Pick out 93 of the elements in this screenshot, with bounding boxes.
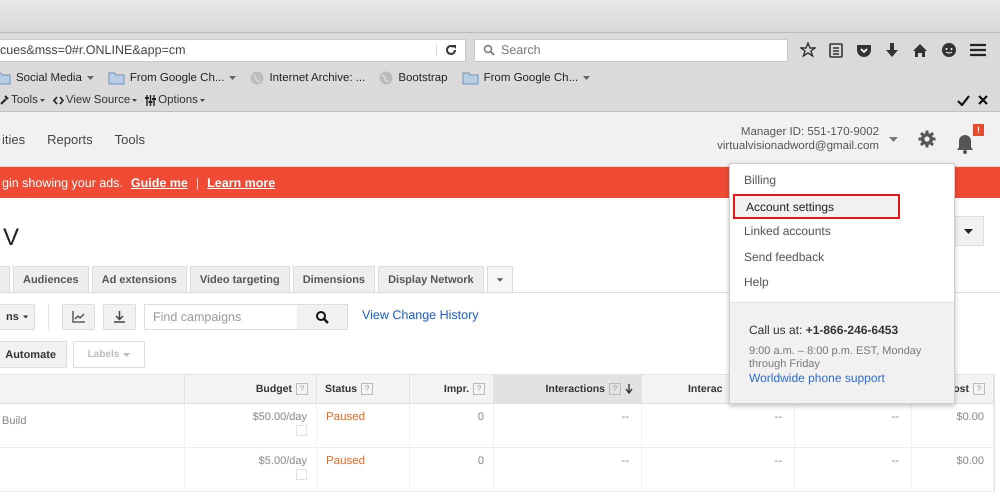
tab[interactable]: Dimensions — [292, 266, 376, 292]
table-cell: 0 — [478, 455, 484, 467]
column-header[interactable]: Budget ? — [185, 375, 317, 403]
nav-link[interactable]: Tools — [114, 132, 146, 146]
toolbar-menu[interactable]: Options — [145, 94, 205, 106]
change-history-link[interactable]: View Change History — [362, 308, 478, 322]
search-icon — [483, 44, 495, 56]
clipboard-icon[interactable] — [829, 42, 843, 58]
menu-item[interactable]: Linked accounts — [730, 219, 954, 244]
call-us-text: Call us at: +1-866-246-6453 — [749, 322, 900, 336]
reload-icon[interactable] — [436, 44, 457, 56]
hours-text: 9:00 a.m. – 8:00 p.m. EST, Monday through Friday — [749, 344, 922, 370]
line-chart-icon — [72, 311, 85, 323]
bell-icon — [956, 134, 974, 154]
caret-icon — [583, 76, 590, 80]
chart-button[interactable] — [62, 304, 95, 330]
notification-badge: ! — [973, 124, 984, 136]
bookmark[interactable]: Bootstrap — [379, 71, 448, 85]
table-cell: -- — [622, 411, 629, 423]
table-cell: 0 — [478, 411, 484, 423]
search-icon — [316, 310, 328, 324]
checkmark-icon[interactable] — [957, 94, 970, 106]
banner-text: gin showing your ads. — [2, 176, 123, 190]
table-cell: -- — [774, 411, 782, 423]
automate-dropdown[interactable]: Automate — [0, 341, 67, 368]
caret-icon — [123, 352, 130, 356]
caret-icon — [964, 228, 973, 234]
tab[interactable]: Video targeting — [190, 266, 290, 292]
nav-link[interactable]: ities — [2, 132, 26, 146]
table-cell: Build — [2, 415, 26, 427]
caret-icon — [40, 98, 45, 102]
table-cell: -- — [622, 455, 629, 467]
close-icon[interactable] — [978, 95, 988, 105]
star-icon[interactable] — [800, 42, 816, 58]
caret-icon — [132, 98, 138, 102]
bookmark[interactable]: Internet Archive: ... — [250, 71, 366, 85]
tab[interactable]: Display Network — [378, 266, 484, 292]
search-button[interactable] — [297, 305, 347, 329]
campaign-search-field[interactable]: Find campaigns — [144, 304, 348, 330]
segment-dropdown[interactable]: ns — [0, 304, 35, 330]
table-cell: -- — [892, 455, 899, 467]
table-cell: -- — [892, 411, 899, 423]
column-header[interactable]: Interactions ? — [494, 375, 642, 403]
globe-icon — [250, 71, 264, 85]
column-header[interactable]: Status ? — [317, 375, 410, 403]
table-cell: Paused — [326, 455, 366, 467]
table-cell: $5.00/day — [258, 455, 307, 467]
menu-item[interactable]: Help — [730, 270, 954, 296]
caret-icon — [889, 136, 898, 142]
folder-icon — [108, 71, 125, 85]
account-email: virtualvisionadword@gmail.com — [717, 139, 879, 153]
page-title: V — [3, 224, 20, 252]
download-icon — [114, 311, 125, 323]
caret-icon — [22, 315, 28, 319]
search-field[interactable]: Search — [474, 38, 788, 62]
nav-link[interactable]: Reports — [47, 132, 93, 146]
address-field[interactable]: cues&mss=0#r.ONLINE&app=cm — [0, 38, 466, 62]
bookmark[interactable]: From Google Ch... — [462, 71, 590, 85]
table-cell: -- — [774, 455, 782, 467]
tab[interactable]: Ad extensions — [92, 266, 187, 292]
table-cell: $0.00 — [956, 411, 984, 423]
menu-item[interactable]: Account settings — [733, 194, 900, 219]
sort-arrow-icon — [625, 384, 633, 394]
banner-link[interactable]: Learn more — [207, 176, 276, 190]
globe-icon — [379, 71, 394, 85]
code-icon — [52, 96, 64, 104]
tab[interactable]: Audiences — [13, 266, 89, 292]
banner-link[interactable]: Guide me — [130, 176, 188, 190]
caret-icon — [229, 76, 236, 80]
menu-item[interactable]: Send feedback — [730, 244, 954, 270]
menu-item[interactable]: Billing — [730, 168, 954, 194]
table-cell: Paused — [326, 411, 366, 423]
settings-icon[interactable] — [918, 130, 936, 148]
caret-icon — [496, 278, 503, 282]
caret-icon — [86, 76, 94, 80]
account-switcher[interactable]: Manager ID: 551-170-9002 virtualvisionadword@gmail.com — [717, 125, 898, 153]
download-icon[interactable] — [885, 42, 899, 58]
notifications-button[interactable]: ! — [956, 124, 984, 154]
menu-icon[interactable] — [970, 43, 986, 57]
bookmark[interactable]: From Google Ch... — [108, 71, 236, 85]
toolbar-menu[interactable]: Tools — [0, 94, 45, 106]
download-button[interactable] — [103, 304, 136, 330]
table-cell: $0.00 — [956, 455, 984, 467]
folder-icon — [462, 71, 479, 85]
home-icon[interactable] — [912, 42, 928, 58]
table-cell: $50.00/day — [252, 411, 307, 423]
wrench-icon — [0, 95, 9, 105]
manager-id: Manager ID: 551-170-9002 — [740, 125, 879, 139]
bookmark[interactable]: Social Media — [0, 71, 94, 85]
sliders-icon — [145, 94, 156, 106]
toolbar-menu[interactable]: View Source — [52, 94, 138, 106]
caret-icon — [200, 98, 205, 102]
separator-text: | — [196, 176, 200, 190]
